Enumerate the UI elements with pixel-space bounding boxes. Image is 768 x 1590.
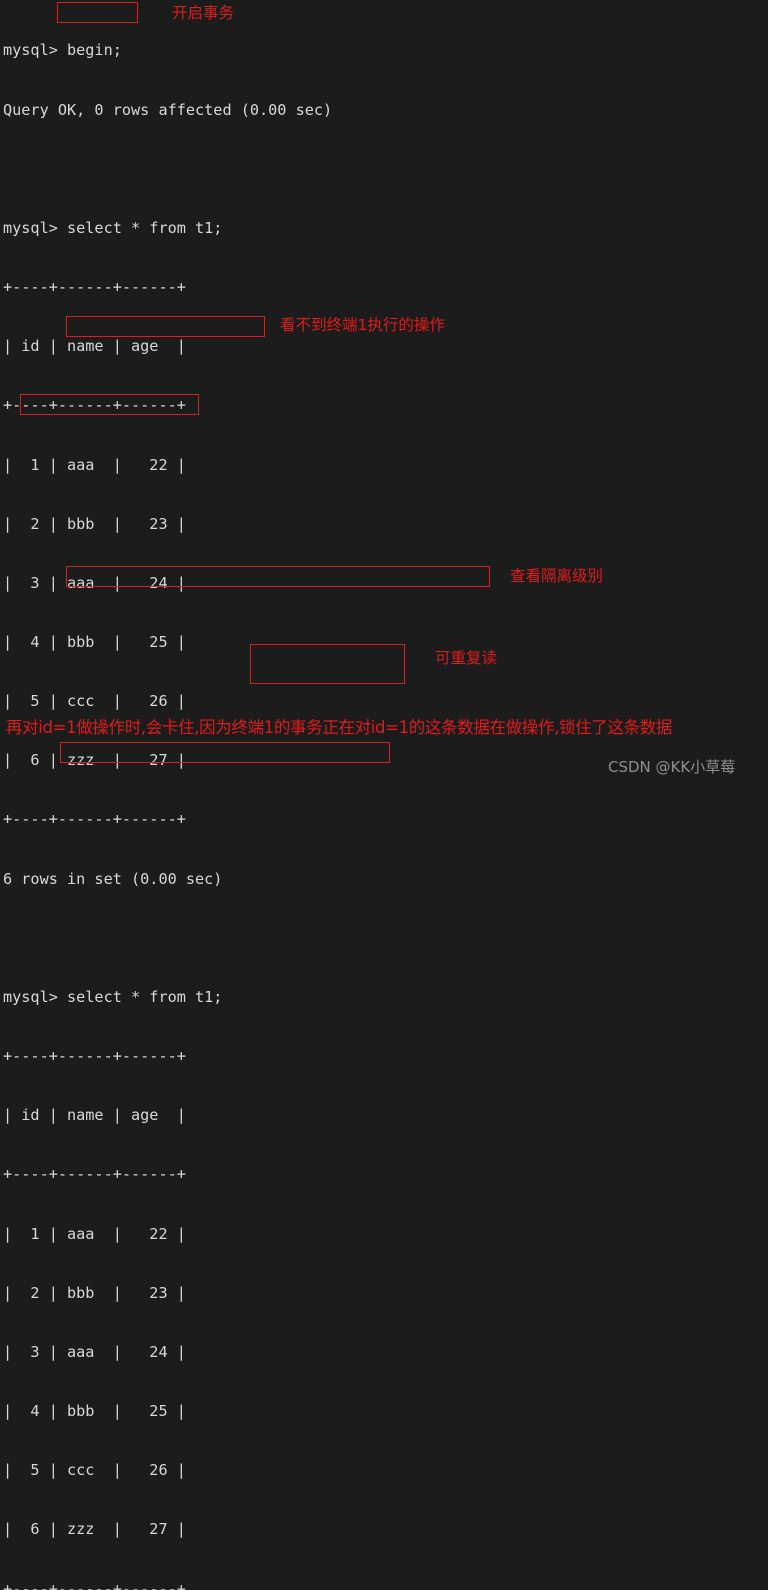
terminal-line: | 1 | aaa | 22 | — [3, 1225, 763, 1245]
terminal-line: | 5 | ccc | 26 | — [3, 692, 763, 712]
terminal-window[interactable]: mysql> begin; Query OK, 0 rows affected … — [0, 0, 768, 795]
annotation-cannot-see-terminal1: 看不到终端1执行的操作 — [280, 316, 445, 334]
annotation-open-transaction: 开启事务 — [172, 4, 234, 22]
annotation-check-isolation-level: 查看隔离级别 — [510, 567, 603, 585]
terminal-line: | 2 | bbb | 23 | — [3, 515, 763, 535]
terminal-line: +----+------+------+ — [3, 1580, 763, 1590]
terminal-line — [3, 929, 763, 949]
terminal-line: | id | name | age | — [3, 1106, 763, 1126]
terminal-line: | 6 | zzz | 27 | — [3, 751, 763, 771]
annotation-lock-explanation: 再对id=1做操作时,会卡住,因为终端1的事务正在对id=1的这条数据在做操作,… — [6, 719, 672, 737]
terminal-line: +----+------+------+ — [3, 278, 763, 298]
terminal-line: | 3 | aaa | 24 | — [3, 574, 763, 594]
terminal-line: +----+------+------+ — [3, 810, 763, 830]
terminal-line: | 3 | aaa | 24 | — [3, 1343, 763, 1363]
terminal-line — [3, 160, 763, 180]
terminal-line: | 4 | bbb | 25 | — [3, 633, 763, 653]
terminal-line: | 6 | zzz | 27 | — [3, 1520, 763, 1540]
terminal-line: mysql> select * from t1; — [3, 988, 763, 1008]
annotation-repeatable-read: 可重复读 — [435, 649, 497, 667]
terminal-output: mysql> begin; Query OK, 0 rows affected … — [3, 2, 763, 1590]
terminal-line: +----+------+------+ — [3, 1047, 763, 1067]
terminal-line: mysql> select * from t1; — [3, 219, 763, 239]
terminal-line: | 2 | bbb | 23 | — [3, 1284, 763, 1304]
terminal-line: | id | name | age | — [3, 337, 763, 357]
terminal-line: Query OK, 0 rows affected (0.00 sec) — [3, 101, 763, 121]
terminal-line: mysql> begin; — [3, 41, 763, 61]
terminal-line: +----+------+------+ — [3, 396, 763, 416]
terminal-line: | 4 | bbb | 25 | — [3, 1402, 763, 1422]
terminal-line: | 1 | aaa | 22 | — [3, 456, 763, 476]
terminal-line: +----+------+------+ — [3, 1165, 763, 1185]
terminal-line: | 5 | ccc | 26 | — [3, 1461, 763, 1481]
terminal-line: 6 rows in set (0.00 sec) — [3, 870, 763, 890]
